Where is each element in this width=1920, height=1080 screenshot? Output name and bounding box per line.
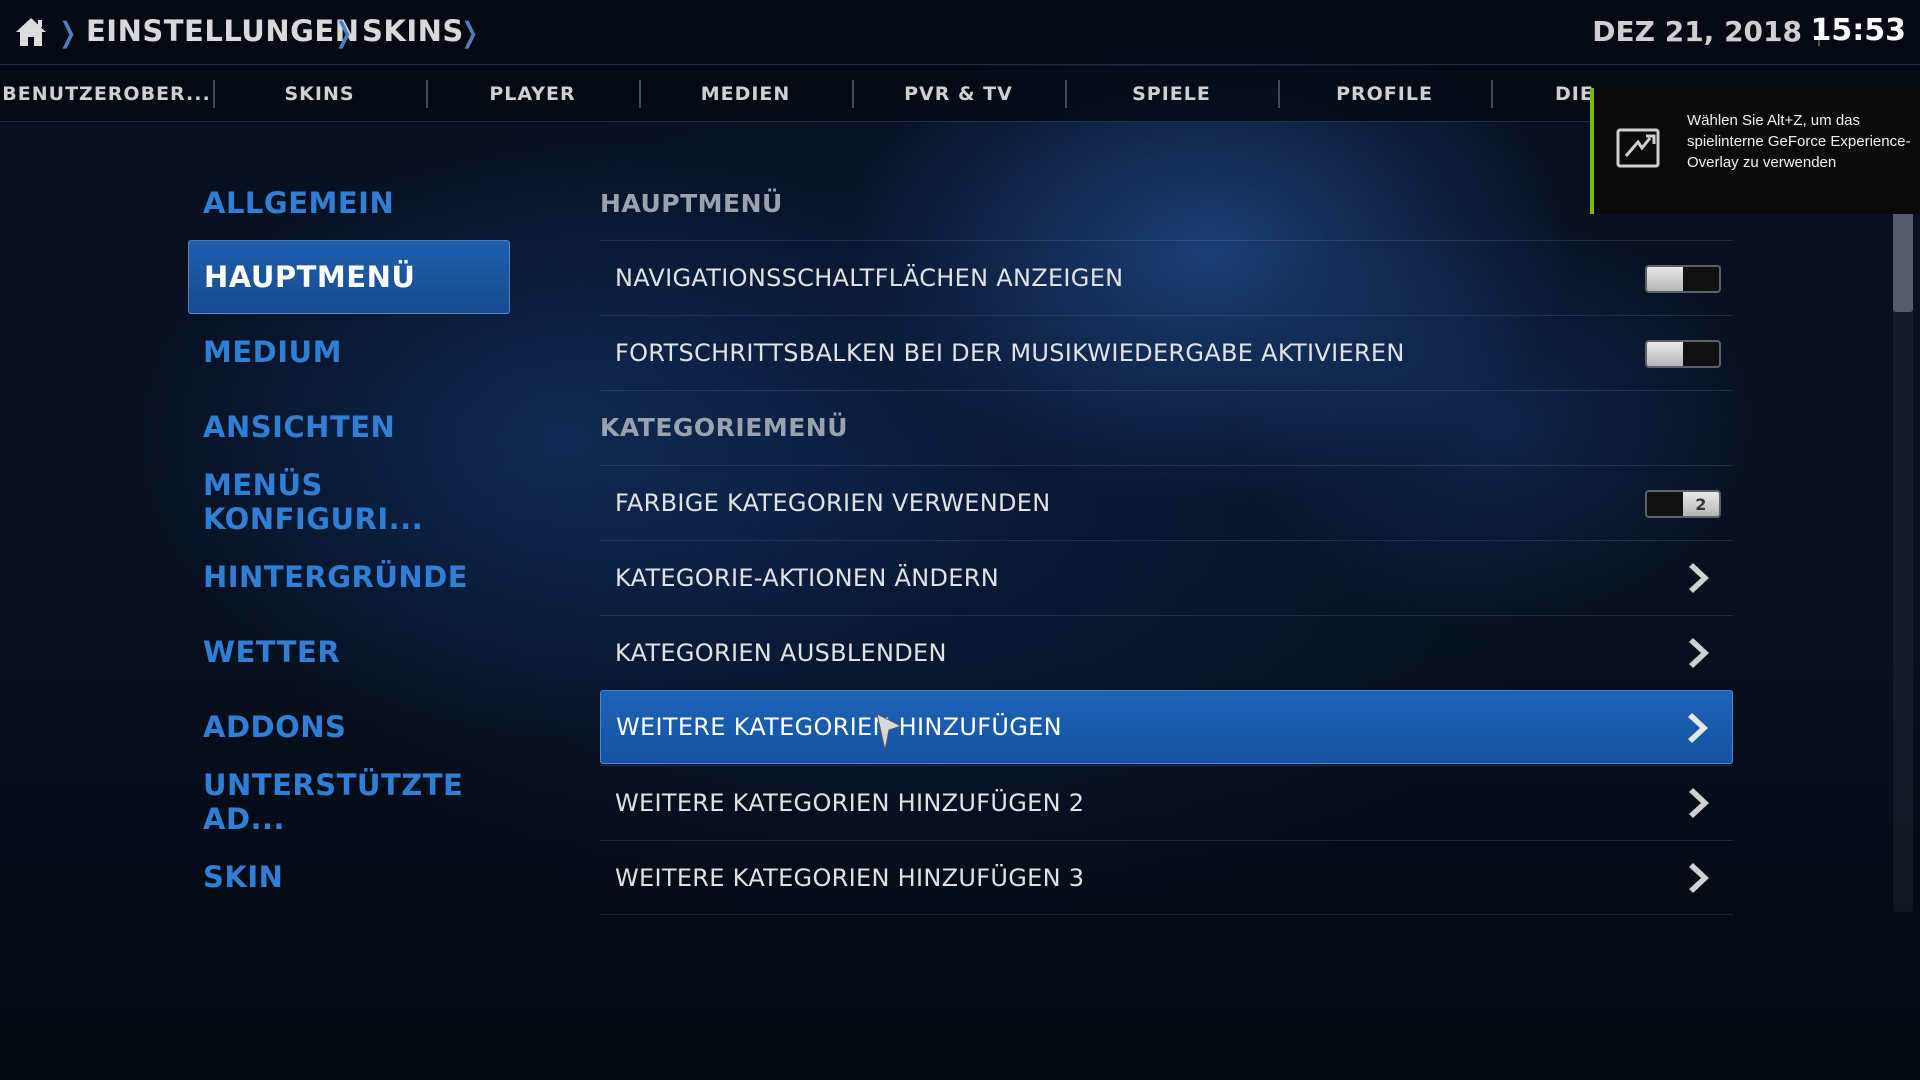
geforce-share-icon bbox=[1616, 128, 1660, 168]
setting-fortschrittsbalken[interactable]: FORTSCHRITTSBALKEN BEI DER MUSIKWIEDERGA… bbox=[600, 315, 1733, 389]
date-display: DEZ 21, 2018 bbox=[1592, 15, 1802, 48]
setting-weitere-kategorien-3[interactable]: WEITERE KATEGORIEN HINZUFÜGEN 3 bbox=[600, 840, 1733, 914]
chevron-right-icon: ❭ bbox=[332, 16, 356, 49]
toggle-switch[interactable] bbox=[1645, 265, 1721, 293]
sidebar-item-hauptmenue[interactable]: HAUPTMENÜ bbox=[188, 240, 510, 314]
setting-label: WEITERE KATEGORIEN HINZUFÜGEN 2 bbox=[615, 788, 1085, 817]
setting-label: WEITERE KATEGORIEN HINZUFÜGEN 3 bbox=[615, 863, 1085, 892]
tab-benutzeroberflaeche[interactable]: BENUTZEROBER... bbox=[0, 66, 213, 122]
toggle-knob bbox=[1647, 267, 1683, 291]
kodi-settings-screen: ❭ EINSTELLUNGEN ❭ SKINS ❭ DEZ 21, 2018 1… bbox=[0, 0, 1920, 1080]
setting-weitere-kategorien-1[interactable]: WEITERE KATEGORIEN HINZUFÜGEN bbox=[600, 690, 1733, 764]
chevron-right-icon bbox=[1689, 563, 1709, 593]
breadcrumb-item[interactable]: EINSTELLUNGEN bbox=[86, 14, 359, 48]
chevron-right-icon bbox=[1688, 713, 1708, 743]
sidebar-item-medium[interactable]: MEDIUM bbox=[188, 315, 510, 389]
setting-label: NAVIGATIONSSCHALTFLÄCHEN ANZEIGEN bbox=[615, 263, 1124, 292]
setting-label: KATEGORIEN AUSBLENDEN bbox=[615, 638, 947, 667]
chevron-right-icon bbox=[1689, 788, 1709, 818]
clock: 15:53 bbox=[1810, 13, 1907, 48]
sidebar-item-skin[interactable]: SKIN bbox=[188, 840, 510, 914]
section-header-hauptmenue: HAUPTMENÜ bbox=[600, 188, 783, 218]
setting-label: FORTSCHRITTSBALKEN BEI DER MUSIKWIEDERGA… bbox=[615, 338, 1405, 367]
setting-farbige-kategorien[interactable]: FARBIGE KATEGORIEN VERWENDEN 2 bbox=[600, 465, 1733, 539]
toggle-switch[interactable]: 2 bbox=[1645, 490, 1721, 518]
sidebar-item-hintergruende[interactable]: HINTERGRÜNDE bbox=[188, 540, 510, 614]
tab-pvr-tv[interactable]: PVR & TV bbox=[852, 66, 1065, 122]
setting-label: FARBIGE KATEGORIEN VERWENDEN bbox=[615, 488, 1051, 517]
scrollbar[interactable] bbox=[1893, 212, 1913, 912]
tab-medien[interactable]: MEDIEN bbox=[639, 66, 852, 122]
tab-profile[interactable]: PROFILE bbox=[1278, 66, 1491, 122]
chevron-right-icon: ❭ bbox=[458, 16, 482, 49]
sidebar-item-unterstuetzte-addons[interactable]: UNTERSTÜTZTE AD... bbox=[188, 765, 510, 839]
setting-weitere-kategorien-2[interactable]: WEITERE KATEGORIEN HINZUFÜGEN 2 bbox=[600, 765, 1733, 839]
chevron-right-icon: ❭ bbox=[56, 16, 80, 49]
sidebar-item-ansichten[interactable]: ANSICHTEN bbox=[188, 390, 510, 464]
setting-label: WEITERE KATEGORIEN HINZUFÜGEN bbox=[616, 713, 1062, 741]
chevron-right-icon bbox=[1689, 863, 1709, 893]
top-bar: ❭ EINSTELLUNGEN ❭ SKINS ❭ DEZ 21, 2018 1… bbox=[0, 0, 1920, 65]
sidebar-item-wetter[interactable]: WETTER bbox=[188, 615, 510, 689]
scrollbar-thumb[interactable] bbox=[1893, 212, 1913, 312]
setting-navigationsschaltflaechen[interactable]: NAVIGATIONSSCHALTFLÄCHEN ANZEIGEN bbox=[600, 240, 1733, 314]
notification-text: Wählen Sie Alt+Z, um das spielinterne Ge… bbox=[1687, 112, 1911, 171]
home-icon[interactable] bbox=[14, 16, 48, 48]
toggle-knob: 2 bbox=[1683, 492, 1719, 516]
mouse-cursor-icon bbox=[876, 713, 903, 751]
toggle-switch[interactable] bbox=[1645, 340, 1721, 368]
tab-player[interactable]: PLAYER bbox=[426, 66, 639, 122]
divider bbox=[600, 914, 1733, 915]
sidebar-item-allgemein[interactable]: ALLGEMEIN bbox=[188, 166, 510, 240]
tab-spiele[interactable]: SPIELE bbox=[1065, 66, 1278, 122]
chevron-right-icon bbox=[1689, 638, 1709, 668]
tab-skins[interactable]: SKINS bbox=[213, 66, 426, 122]
setting-kategorie-aktionen[interactable]: KATEGORIE-AKTIONEN ÄNDERN bbox=[600, 540, 1733, 614]
toggle-knob bbox=[1647, 342, 1683, 366]
section-header-kategoriemenue: KATEGORIEMENÜ bbox=[600, 390, 1733, 464]
sidebar-item-addons[interactable]: ADDONS bbox=[188, 690, 510, 764]
setting-label: KATEGORIE-AKTIONEN ÄNDERN bbox=[615, 563, 999, 592]
setting-kategorien-ausblenden[interactable]: KATEGORIEN AUSBLENDEN bbox=[600, 615, 1733, 689]
breadcrumb-item[interactable]: SKINS bbox=[362, 14, 464, 48]
geforce-overlay-notification: Wählen Sie Alt+Z, um das spielinterne Ge… bbox=[1590, 88, 1920, 214]
sidebar-item-menues-konfigurieren[interactable]: MENÜS KONFIGURI... bbox=[188, 465, 510, 539]
